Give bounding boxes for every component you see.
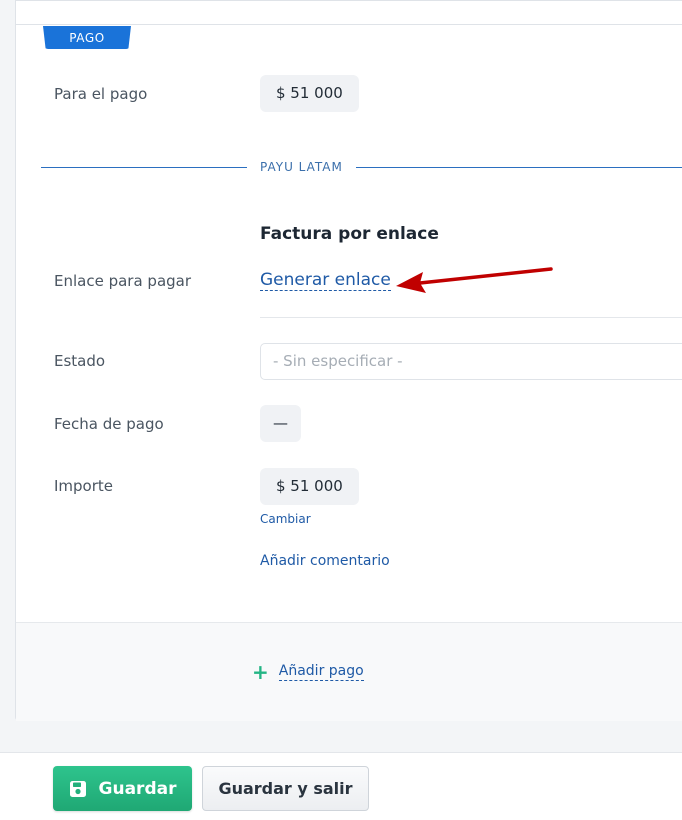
payment-badge: PAGO [43,26,131,49]
change-amount-link[interactable]: Cambiar [260,512,311,526]
plus-icon: + [252,660,269,684]
payment-date-label: Fecha de pago [54,415,164,433]
save-and-exit-label: Guardar y salir [218,779,353,798]
floppy-disk-icon [69,780,86,797]
status-label: Estado [54,352,106,370]
save-and-exit-button[interactable]: Guardar y salir [202,766,369,811]
save-button[interactable]: Guardar [53,766,192,811]
add-payment-button[interactable]: + Añadir pago [252,660,364,684]
top-divider [15,24,682,25]
generate-link-button[interactable]: Generar enlace [260,270,391,291]
payment-date-value: — [260,405,301,442]
section-divider-left [41,167,247,168]
for-payment-label: Para el pago [54,85,148,103]
add-comment-link[interactable]: Añadir comentario [260,553,390,569]
invoice-title: Factura por enlace [260,224,439,244]
section-divider-label: PAYU LATAM [260,160,343,174]
for-payment-value: $ 51 000 [260,75,359,112]
add-payment-label: Añadir pago [278,663,364,681]
save-button-label: Guardar [98,778,177,799]
amount-value: $ 51 000 [260,468,359,505]
amount-label: Importe [54,477,114,495]
annotation-arrow-icon [396,267,553,293]
status-select[interactable]: - Sin especificar - [260,343,682,380]
section-divider-right [356,167,682,168]
section-separator [260,317,682,318]
payment-link-label: Enlace para pagar [54,272,192,290]
